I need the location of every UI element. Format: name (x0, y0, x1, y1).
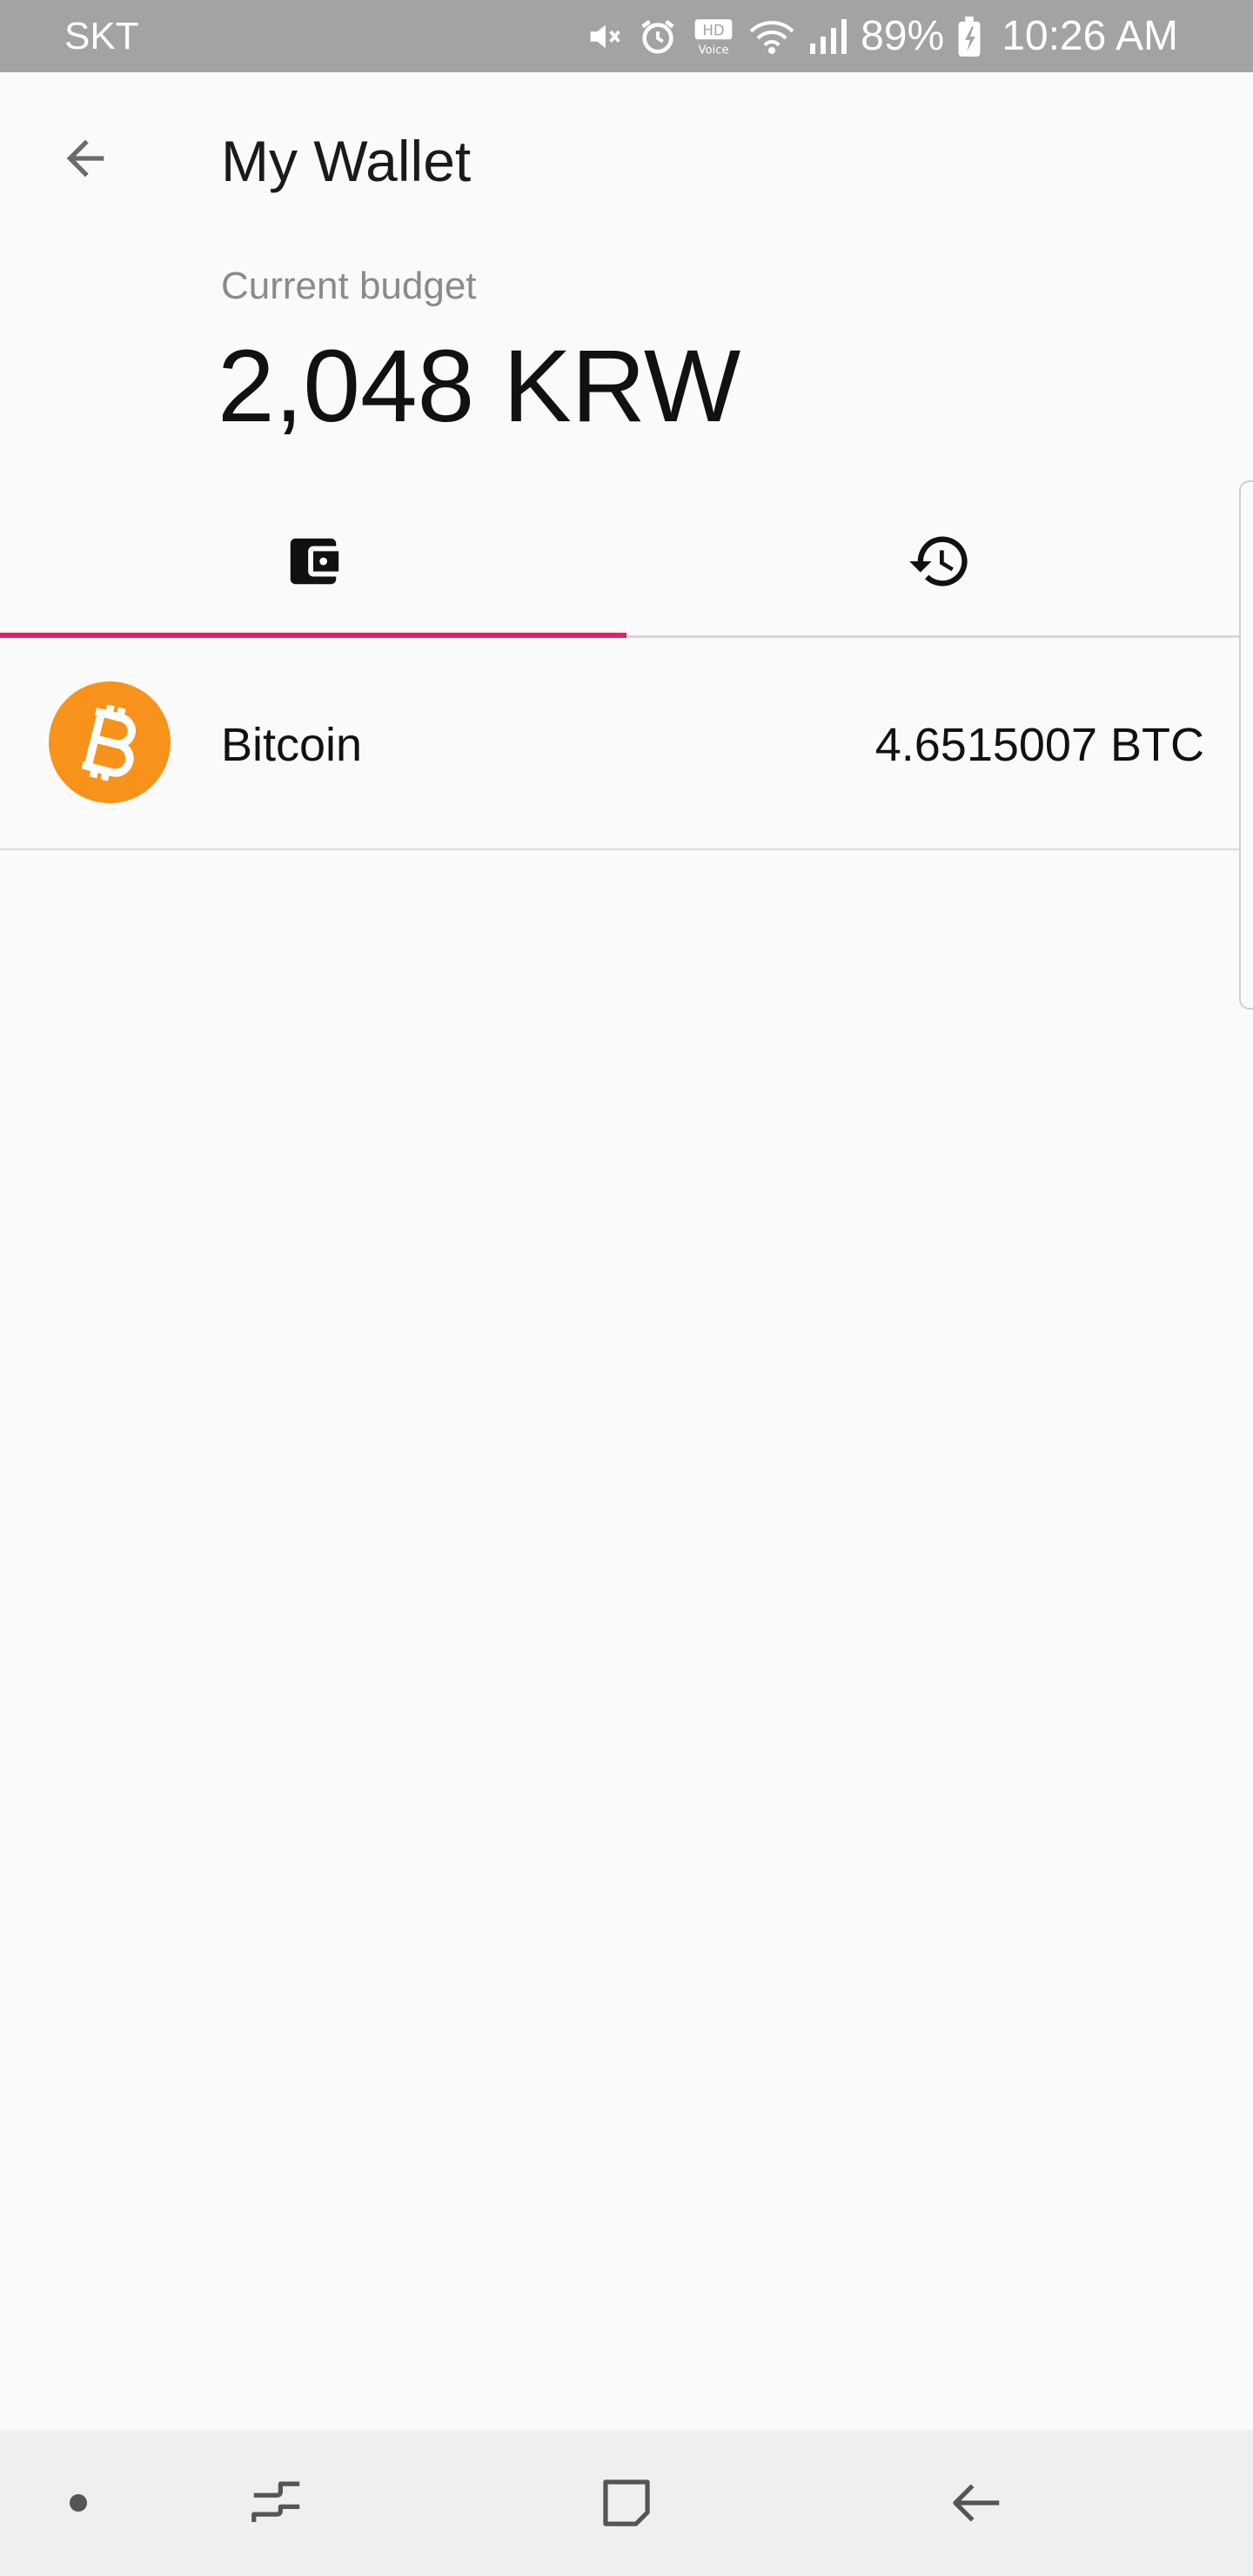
mute-icon (584, 17, 624, 57)
wallet-icon (290, 538, 339, 585)
tab-wallet[interactable] (0, 487, 626, 638)
tab-history[interactable] (626, 487, 1253, 635)
list-item[interactable]: Bitcoin 4.6515007 BTC (0, 638, 1239, 850)
hd-voice-icon: HD Voice (692, 17, 735, 57)
back-nav-button[interactable] (924, 2451, 1029, 2555)
recent-apps-button[interactable] (224, 2451, 329, 2555)
bitcoin-icon (49, 681, 171, 803)
hd-label: HD (703, 22, 725, 38)
side-scroll-handle[interactable] (1239, 480, 1253, 1010)
budget-value: 2,048 KRW (218, 329, 741, 444)
status-icons: HD Voice 89% 10:26 AM (584, 9, 1178, 64)
home-icon (603, 2479, 650, 2526)
coin-name: Bitcoin (221, 719, 363, 771)
navigation-bar (0, 2430, 1253, 2576)
back-button[interactable] (49, 122, 122, 195)
clock: 10:26 AM (1002, 13, 1178, 59)
signal-icon (808, 17, 848, 57)
coin-amount: 4.6515007 BTC (874, 719, 1204, 771)
status-bar: SKT HD Voice 89% 10:26 AM (0, 0, 1253, 72)
tab-bar (0, 487, 1239, 638)
app-screen: SKT HD Voice 89% 10:26 AM My Wallet Curr… (0, 0, 1253, 2576)
budget-label: Current budget (221, 265, 477, 307)
alarm-icon (638, 17, 678, 57)
voice-label: Voice (699, 44, 729, 57)
battery-charging-icon (958, 17, 981, 57)
battery-percent: 89% (861, 13, 945, 59)
history-icon (909, 536, 968, 587)
arrow-back-icon (66, 139, 104, 178)
page-title: My Wallet (221, 129, 472, 193)
nav-dot-button[interactable] (26, 2451, 131, 2555)
carrier-label: SKT (64, 15, 139, 57)
recent-apps-icon (251, 2481, 300, 2522)
back-icon (953, 2484, 1000, 2522)
home-button[interactable] (574, 2451, 679, 2555)
nav-dot-icon (70, 2494, 87, 2512)
wifi-icon (749, 17, 794, 57)
